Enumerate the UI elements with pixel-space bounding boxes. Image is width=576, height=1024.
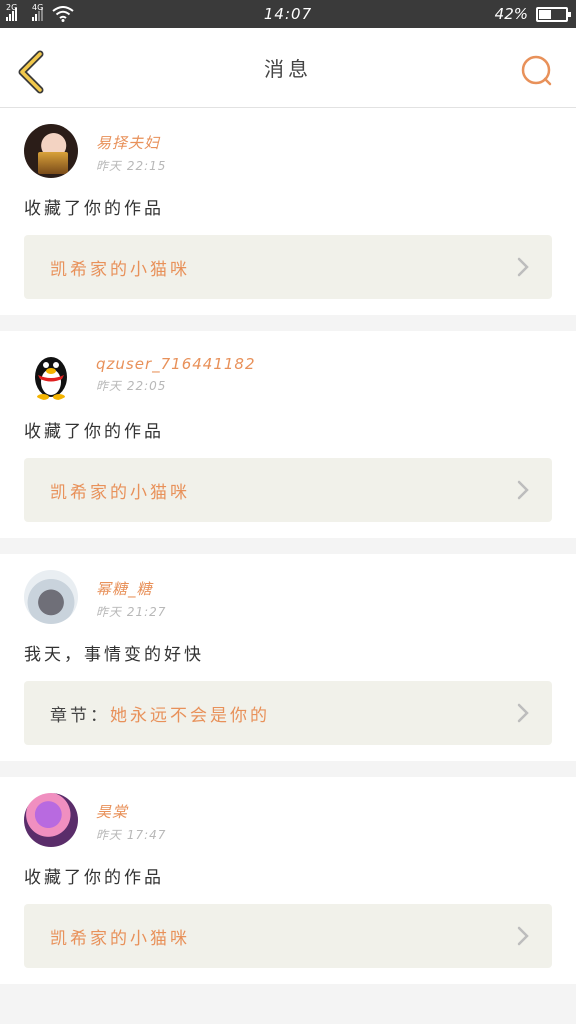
link-title: 她永远不会是你的	[110, 705, 270, 726]
link-title: 凯希家的小猫咪	[50, 259, 190, 280]
message-feed: 易择夫妇 昨天 22:15 收藏了你的作品 凯希家的小猫咪 qzuser_716…	[0, 108, 576, 1000]
link-title: 凯希家的小猫咪	[50, 928, 190, 949]
signal-icon: 4G	[32, 3, 46, 21]
card-meta: qzuser_716441182 昨天 22:05	[96, 347, 256, 394]
action-text: 收藏了你的作品	[24, 422, 164, 442]
username[interactable]: 幂糖_糖	[96, 578, 166, 599]
status-time: 14:07	[263, 5, 313, 23]
app-header: 消息	[0, 28, 576, 108]
timestamp: 昨天 22:15	[96, 159, 167, 173]
battery-percent: 42%	[494, 5, 528, 23]
message-card: 幂糖_糖 昨天 21:27 我天，事情变的好快 章节： 她永远不会是你的	[0, 554, 576, 761]
chevron-right-icon	[517, 703, 529, 723]
status-left: 2G 4G	[6, 0, 74, 28]
status-bar: 2G 4G 14:07 42%	[0, 0, 576, 28]
message-card: 昊棠 昨天 17:47 收藏了你的作品 凯希家的小猫咪	[0, 777, 576, 984]
wifi-icon	[52, 6, 74, 22]
avatar[interactable]	[24, 124, 78, 178]
username[interactable]: 易择夫妇	[96, 132, 166, 153]
avatar[interactable]	[24, 570, 78, 624]
qq-penguin-icon	[35, 357, 67, 400]
status-right: 42%	[494, 5, 571, 23]
card-header: 易择夫妇 昨天 22:15	[24, 124, 552, 180]
chapter-link[interactable]: 章节： 她永远不会是你的	[24, 681, 552, 745]
card-meta: 易择夫妇 昨天 22:15	[96, 124, 166, 174]
card-meta: 昊棠 昨天 17:47	[96, 793, 166, 843]
action-text: 收藏了你的作品	[24, 199, 164, 219]
search-button[interactable]	[520, 54, 554, 88]
link-prefix: 章节：	[50, 705, 110, 726]
timestamp: 昨天 21:27	[96, 605, 167, 619]
username[interactable]: qzuser_716441182	[96, 355, 256, 373]
action-text: 收藏了你的作品	[24, 868, 164, 888]
avatar[interactable]	[24, 347, 78, 401]
timestamp: 昨天 17:47	[96, 828, 167, 842]
card-header: 昊棠 昨天 17:47	[24, 793, 552, 849]
sim2-tag: 4G	[32, 3, 44, 12]
message-card: qzuser_716441182 昨天 22:05 收藏了你的作品 凯希家的小猫…	[0, 331, 576, 538]
avatar[interactable]	[24, 793, 78, 847]
message-card: 易择夫妇 昨天 22:15 收藏了你的作品 凯希家的小猫咪	[0, 108, 576, 315]
sim1-tag: 2G	[6, 3, 18, 12]
card-header: qzuser_716441182 昨天 22:05	[24, 347, 552, 403]
chevron-right-icon	[517, 926, 529, 946]
card-header: 幂糖_糖 昨天 21:27	[24, 570, 552, 626]
work-link[interactable]: 凯希家的小猫咪	[24, 458, 552, 522]
back-button[interactable]	[14, 50, 48, 94]
work-link[interactable]: 凯希家的小猫咪	[24, 904, 552, 968]
page-title: 消息	[264, 57, 312, 81]
link-title: 凯希家的小猫咪	[50, 482, 190, 503]
username[interactable]: 昊棠	[96, 801, 166, 822]
action-text: 我天，事情变的好快	[24, 645, 204, 665]
chevron-right-icon	[517, 257, 529, 277]
work-link[interactable]: 凯希家的小猫咪	[24, 235, 552, 299]
signal-icon: 2G	[6, 3, 20, 21]
card-meta: 幂糖_糖 昨天 21:27	[96, 570, 166, 620]
chevron-right-icon	[517, 480, 529, 500]
timestamp: 昨天 22:05	[96, 379, 167, 393]
battery-fill	[539, 9, 551, 19]
battery-icon	[536, 6, 571, 22]
